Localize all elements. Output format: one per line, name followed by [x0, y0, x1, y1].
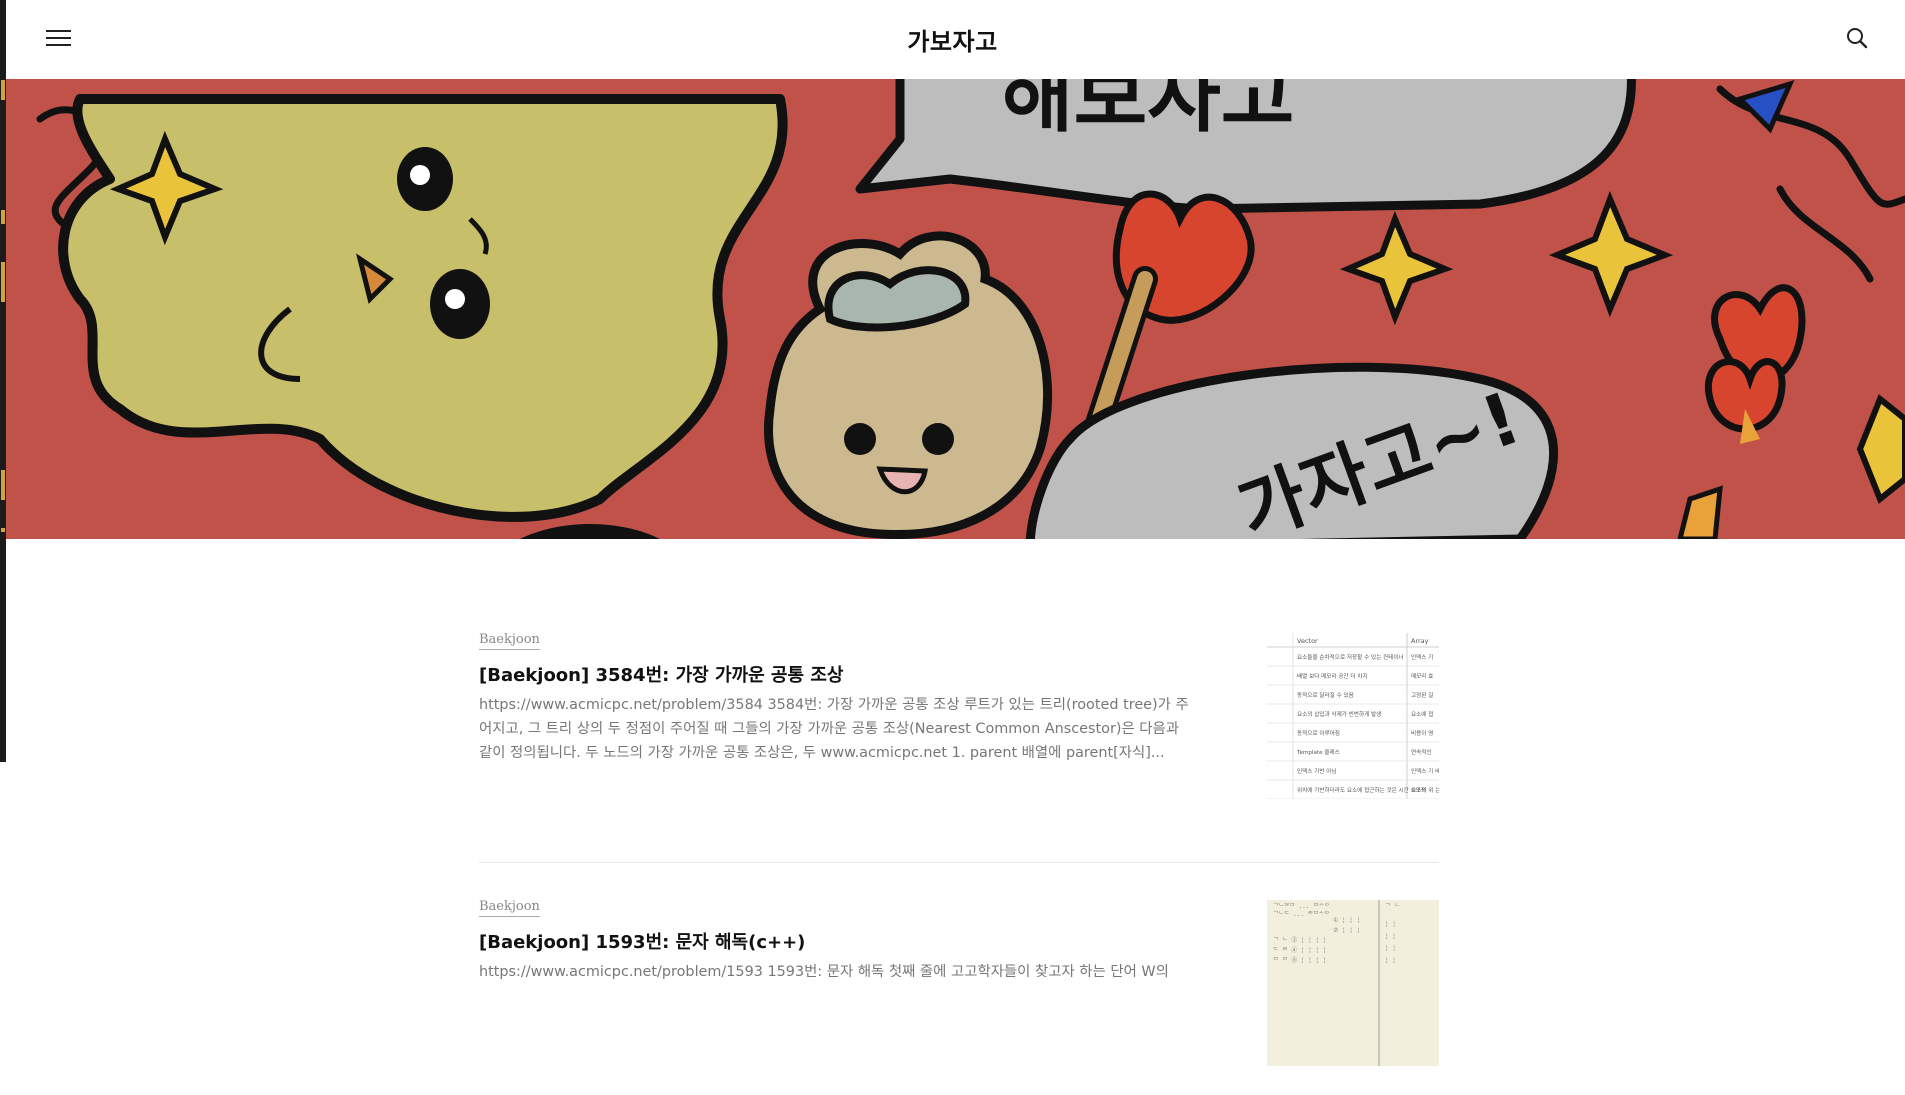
- svg-text:¦ ¦: ¦ ¦: [1385, 921, 1396, 928]
- thumb-cell: 인덱스 기 배열 지원 막 원소를: [1411, 767, 1439, 775]
- svg-text:ᄀᄂᄃ ... ᄅᄆᄇᄉᄋ: ᄀᄂᄃ ... ᄅᄆᄇᄉᄋ: [1273, 911, 1330, 918]
- thumb-cell: 요소들을 순차적으로 저장할 수 있는 컨테이너: [1297, 653, 1404, 661]
- post-thumbnail[interactable]: Vector Array 요소들을 순차적으로 저장할 수 있는 컨테이너인덱스…: [1267, 633, 1439, 799]
- svg-text:¦ ¦: ¦ ¦: [1385, 945, 1396, 952]
- strip-mark: [1, 470, 5, 500]
- svg-text:ᄆ ᄇ ⑤ ¦ ¦ ¦ ¦: ᄆ ᄇ ⑤ ¦ ¦ ¦ ¦: [1273, 956, 1326, 964]
- thumb-header-1: Vector: [1297, 637, 1318, 645]
- strip-mark: [1, 262, 5, 302]
- thumb-cell: 고정된 길: [1411, 691, 1433, 699]
- post-item[interactable]: Baekjoon [Baekjoon] 3584번: 가장 가까운 공통 조상 …: [479, 628, 1439, 863]
- thumb-cell: 인덱스 기: [1411, 653, 1433, 661]
- thumb-cell: 위치에 기반하더라도 요소에 접근하는 것은 시간 소모적: [1297, 786, 1426, 794]
- thumb-header-2: Array: [1411, 637, 1429, 645]
- thumb-cell: 연속적인: [1411, 748, 1432, 756]
- hero-illustration: 해보자고 가자고~!: [0, 79, 1905, 539]
- left-edge-strip: [0, 0, 6, 762]
- post-excerpt[interactable]: https://www.acmicpc.net/problem/1593 159…: [479, 960, 1189, 984]
- post-excerpt[interactable]: https://www.acmicpc.net/problem/3584 358…: [479, 693, 1189, 765]
- svg-text:¦ ¦: ¦ ¦: [1385, 957, 1396, 964]
- svg-text:① ¦ ¦ ¦: ① ¦ ¦ ¦: [1333, 917, 1360, 924]
- site-title[interactable]: 가보자고: [0, 22, 1905, 57]
- strip-mark: [1, 80, 5, 100]
- post-title[interactable]: [Baekjoon] 1593번: 문자 해독(c++): [479, 928, 1199, 954]
- thumb-cell: 배열 보다 메모리 공간 더 차지: [1297, 672, 1368, 680]
- post-list: Baekjoon [Baekjoon] 3584번: 가장 가까운 공통 조상 …: [479, 628, 1439, 1095]
- svg-text:ᄀ ᄂ ③ ¦ ¦ ¦ ¦: ᄀ ᄂ ③ ¦ ¦ ¦ ¦: [1273, 936, 1326, 944]
- svg-text:② ¦ ¦ ¦: ② ¦ ¦ ¦: [1333, 927, 1360, 934]
- thumb-cell: 요소의 위 는 시간은: [1411, 786, 1439, 794]
- post-thumbnail[interactable]: ᄀᄂᄃᄅᄆ ... ᄇᄉᄋ ᄀᄂᄃ ... ᄅᄆᄇᄉᄋ ① ¦ ¦ ¦ ② ¦ …: [1267, 900, 1439, 1066]
- svg-text:ᄀ ᄂ: ᄀ ᄂ: [1385, 903, 1400, 910]
- hero-banner-image: 해보자고 가자고~!: [0, 79, 1905, 539]
- post-category[interactable]: Baekjoon: [479, 899, 540, 917]
- thumb-cell: Template 클래스: [1296, 748, 1340, 756]
- thumb-cell: 요소에 접: [1411, 710, 1433, 718]
- site-header: 가보자고: [0, 0, 1905, 79]
- thumb-cell: 동적으로 달라질 수 있음: [1297, 691, 1354, 699]
- strip-mark: [1, 528, 5, 532]
- strip-mark: [1, 210, 5, 224]
- hero-speech-top: 해보자고: [1000, 79, 1294, 143]
- thumb-cell: 요소의 삽입과 삭제가 빈번하게 발생: [1297, 710, 1381, 718]
- search-icon[interactable]: [1845, 26, 1869, 50]
- thumb-cell: 인덱스 기반 아님: [1297, 767, 1337, 775]
- svg-text:¦ ¦: ¦ ¦: [1385, 933, 1396, 940]
- thumb-cell: 동적으로 이루어짐: [1297, 729, 1340, 737]
- svg-text:ᄃ ᄅ ④ ¦ ¦ ¦ ¦: ᄃ ᄅ ④ ¦ ¦ ¦ ¦: [1273, 946, 1326, 954]
- post-item[interactable]: Baekjoon [Baekjoon] 1593번: 문자 해독(c++) ht…: [479, 863, 1439, 1095]
- thumb-cell: 비용이 영: [1411, 729, 1433, 737]
- post-title[interactable]: [Baekjoon] 3584번: 가장 가까운 공통 조상: [479, 661, 1199, 687]
- post-category[interactable]: Baekjoon: [479, 632, 540, 650]
- svg-text:ᄀᄂᄃᄅᄆ ... ᄇᄉᄋ: ᄀᄂᄃᄅᄆ ... ᄇᄉᄋ: [1273, 903, 1330, 910]
- thumb-cell: 메모리 효: [1411, 672, 1433, 680]
